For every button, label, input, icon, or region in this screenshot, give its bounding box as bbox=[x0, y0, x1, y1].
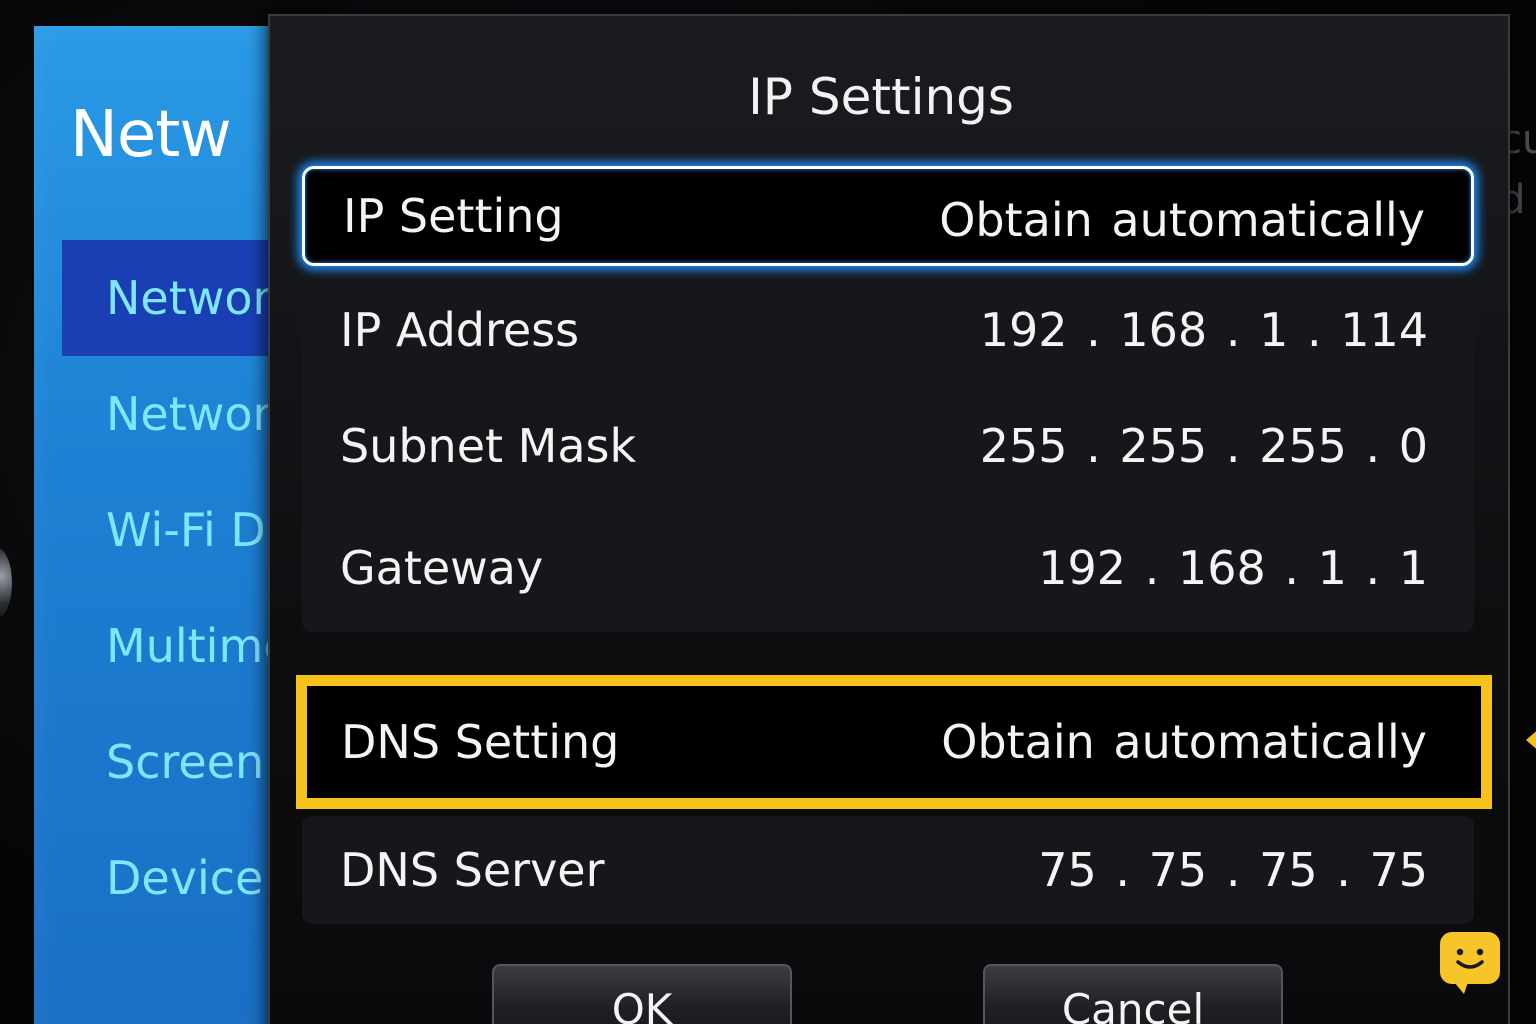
dns-server-row[interactable]: DNS Server 75 . 75 . 75 . 75 bbox=[302, 822, 1474, 918]
subnet-mask-row[interactable]: Subnet Mask 255 . 255 . 255 . 0 bbox=[302, 394, 1474, 498]
arrow-left-icon bbox=[1526, 728, 1536, 752]
ip-address-label: IP Address bbox=[340, 303, 580, 357]
network-menu-item[interactable]: Device I bbox=[62, 820, 294, 936]
chat-bubble-smile-icon[interactable] bbox=[1440, 932, 1500, 994]
ip-setting-label: IP Setting bbox=[343, 189, 564, 243]
network-menu-item[interactable]: Networ bbox=[62, 240, 294, 356]
dialog-title: IP Settings bbox=[748, 68, 1014, 126]
network-menu-list: Networ Networ Wi-Fi Di Multime Screen De… bbox=[62, 240, 294, 936]
network-menu-title: Netw bbox=[70, 98, 232, 172]
dns-setting-label: DNS Setting bbox=[341, 715, 620, 769]
network-menu-item[interactable]: Networ bbox=[62, 356, 294, 472]
ip-setting-value: Obtain automatically bbox=[939, 192, 1425, 247]
dns-server-label: DNS Server bbox=[340, 843, 605, 897]
cancel-button[interactable]: Cancel bbox=[983, 964, 1283, 1024]
ok-button[interactable]: OK bbox=[492, 964, 792, 1024]
gateway-row[interactable]: Gateway 192 . 168 . 1 . 1 bbox=[302, 516, 1474, 620]
network-menu-item[interactable]: Screen bbox=[62, 704, 294, 820]
ip-address-row[interactable]: IP Address 192 . 168 . 1 . 114 bbox=[302, 278, 1474, 382]
ip-setting-row[interactable]: IP Setting Obtain automatically bbox=[302, 166, 1474, 266]
decorative-orb bbox=[0, 548, 12, 618]
subnet-mask-label: Subnet Mask bbox=[340, 419, 637, 473]
network-menu-item[interactable]: Wi-Fi Di bbox=[62, 472, 294, 588]
ip-settings-dialog: IP Settings IP Setting Obtain automatica… bbox=[268, 14, 1510, 1024]
subnet-mask-value: 255 . 255 . 255 . 0 bbox=[979, 419, 1428, 473]
gateway-value: 192 . 168 . 1 . 1 bbox=[1038, 541, 1428, 595]
dns-setting-value: Obtain automatically bbox=[941, 715, 1427, 769]
gateway-label: Gateway bbox=[340, 541, 544, 595]
tv-screen: Netw Networ Networ Wi-Fi Di Multime Scre… bbox=[0, 0, 1536, 1024]
network-menu-item[interactable]: Multime bbox=[62, 588, 294, 704]
ip-address-value: 192 . 168 . 1 . 114 bbox=[979, 303, 1428, 357]
dns-server-value: 75 . 75 . 75 . 75 bbox=[1038, 843, 1428, 897]
dns-setting-row[interactable]: DNS Setting Obtain automatically bbox=[296, 675, 1492, 809]
